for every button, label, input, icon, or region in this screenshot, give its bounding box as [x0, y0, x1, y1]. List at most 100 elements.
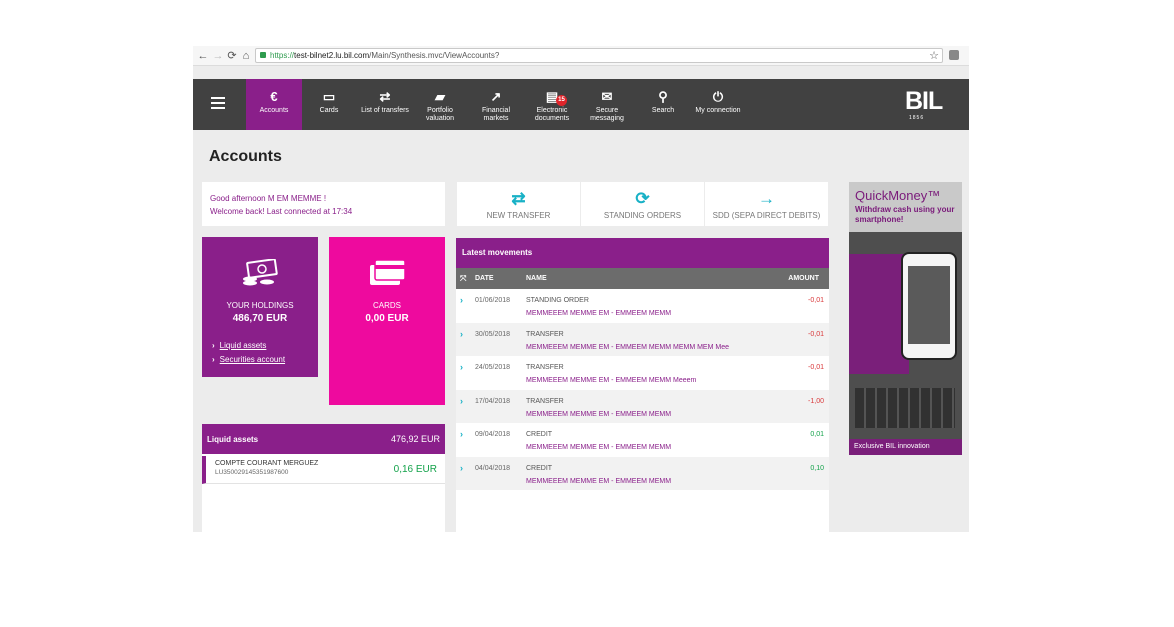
holdings-label: YOUR HOLDINGS — [226, 301, 294, 310]
holdings-links: › Liquid assets › Securities account — [212, 339, 285, 367]
movement-amount: -0,01 — [808, 330, 824, 338]
standing-orders-button[interactable]: ⟳ STANDING ORDERS — [581, 182, 704, 226]
greeting-panel: Good afternoon M EM MEMME ! Welcome back… — [202, 182, 445, 226]
folder-icon: ▰ — [435, 89, 445, 104]
transfer-arrows-icon: ⇄ — [379, 89, 391, 104]
nav-label: Portfolio valuation — [425, 107, 455, 122]
latest-movements-panel: Latest movements ⤧ DATE NAME AMOUNT › 01/… — [456, 238, 829, 532]
page-title: Accounts — [209, 148, 282, 165]
bookmark-star-icon[interactable]: ☆ — [929, 49, 939, 63]
power-icon: ⏻ — [712, 89, 724, 104]
search-icon: ⚲ — [658, 89, 668, 104]
extension-icon[interactable] — [949, 50, 959, 60]
nav-label: Accounts — [259, 107, 289, 114]
movement-amount: 0,01 — [810, 431, 824, 438]
sdd-button[interactable]: → SDD (SEPA DIRECT DEBITS) — [705, 182, 828, 226]
movement-date: 04/04/2018 — [475, 464, 511, 472]
movement-amount: 0,10 — [810, 464, 824, 472]
liquid-assets-total: 476,92 EUR — [390, 434, 440, 444]
movement-date: 24/05/2018 — [475, 364, 511, 371]
movement-type: CREDIT — [526, 464, 553, 472]
last-connected-line: Welcome back! Last connected at 17:34 — [210, 207, 353, 216]
logo-year: 1856 — [909, 115, 925, 121]
securities-account-link[interactable]: Securities account — [220, 355, 285, 364]
chevron-right-icon: › — [460, 295, 463, 305]
nav-label: Search — [651, 107, 675, 114]
notification-badge: 15 — [556, 95, 567, 106]
column-amount[interactable]: AMOUNT — [788, 268, 819, 289]
right-arrow-icon: → — [758, 189, 775, 208]
browser-toolbar: ← → ⟳ ⌂ https://test-bilnet2.lu.bil.com/… — [193, 46, 969, 66]
smartphone-image — [901, 252, 957, 360]
nav-label: Secure messaging — [590, 107, 624, 122]
greeting-line: Good afternoon M EM MEMME ! — [210, 194, 327, 203]
holdings-value: 486,70 EUR — [232, 313, 288, 324]
movement-description: MEMMEEEM MEMME EM - EMMEEM MEMM — [526, 410, 672, 418]
euro-icon: € — [270, 89, 278, 104]
movements-title: Latest movements — [456, 238, 829, 268]
movements-list: › 01/06/2018 STANDING ORDER MEMMEEEM MEMME … — [456, 289, 829, 490]
movement-description: MEMMEEEM MEMME EM - EMMEEM MEMM MEMM MEM… — [526, 343, 729, 351]
movement-date: 01/06/2018 — [475, 297, 511, 304]
menu-icon[interactable] — [211, 97, 225, 109]
address-bar[interactable]: https://test-bilnet2.lu.bil.com/Main/Syn… — [255, 48, 943, 63]
movement-row[interactable]: › 24/05/2018 TRANSFER MEMMEEEM MEMME EM - E… — [456, 356, 829, 390]
nav-label: Cards — [319, 107, 339, 114]
nav-my-connection[interactable]: ⏻ My connection — [690, 79, 746, 130]
nav-secure-messaging[interactable]: ✉ Secure messaging — [579, 79, 635, 130]
movement-type: CREDIT — [526, 431, 553, 438]
liquid-assets-link[interactable]: Liquid assets — [220, 341, 267, 350]
nav-label: My connection — [695, 107, 741, 114]
movement-description: MEMMEEEM MEMME EM - EMMEEM MEMM — [526, 477, 672, 485]
ad-title: QuickMoney™ — [855, 188, 941, 203]
movement-description: MEMMEEEM MEMME EM - EMMEEM MEMM — [526, 444, 672, 451]
column-date[interactable]: DATE — [475, 268, 494, 289]
chevron-right-icon: › — [212, 341, 215, 350]
envelope-icon: ✉ — [601, 89, 613, 104]
reload-icon[interactable]: ⟳ — [226, 49, 238, 63]
expand-all-icon[interactable]: ⤧ — [460, 268, 466, 289]
cards-value: 0,00 EUR — [365, 313, 409, 324]
nav-financial-markets[interactable]: ↗ Financial markets — [468, 79, 524, 130]
back-arrow-icon[interactable]: ← — [197, 49, 209, 63]
quickmoney-ad[interactable]: QuickMoney™ Withdraw cash using your sma… — [849, 182, 962, 455]
nav-list-of-transfers[interactable]: ⇄ List of transfers — [357, 79, 413, 130]
home-icon[interactable]: ⌂ — [240, 49, 252, 63]
banknotes-icon — [240, 258, 280, 287]
cards-tile[interactable]: CARDS 0,00 EUR — [329, 237, 445, 405]
nav-cards[interactable]: ▭ Cards — [301, 79, 357, 130]
column-name[interactable]: NAME — [526, 268, 547, 289]
new-transfer-button[interactable]: ⇄ NEW TRANSFER — [457, 182, 580, 226]
holdings-tile[interactable]: YOUR HOLDINGS 486,70 EUR › Liquid assets … — [202, 237, 318, 377]
movement-date: 09/04/2018 — [475, 431, 511, 438]
account-row[interactable]: COMPTE COURANT MERGUEZ LU350029145351987… — [202, 456, 445, 484]
movement-row[interactable]: › 30/05/2018 TRANSFER MEMMEEEM MEMME EM - E… — [456, 322, 829, 356]
action-label: STANDING ORDERS — [603, 211, 682, 220]
credit-cards-icon — [367, 259, 407, 287]
browser-window: ← → ⟳ ⌂ https://test-bilnet2.lu.bil.com/… — [193, 46, 969, 532]
nav-portfolio-valuation[interactable]: ▰ Portfolio valuation — [412, 79, 468, 130]
nav-accounts[interactable]: € Accounts — [246, 79, 302, 130]
card-icon: ▭ — [322, 89, 336, 104]
movement-type: STANDING ORDER — [526, 297, 589, 304]
movement-row[interactable]: › 09/04/2018 CREDIT MEMMEEEM MEMME EM - EMM… — [456, 423, 829, 457]
main-navigation: € Accounts ▭ Cards ⇄ List of transfers ▰ Portfo… — [193, 79, 969, 130]
nav-electronic-documents[interactable]: ▤ Electronic documents 15 — [524, 79, 580, 130]
chevron-right-icon: › — [212, 355, 215, 364]
cards-label: CARDS — [372, 301, 401, 310]
forward-arrow-icon[interactable]: → — [212, 49, 224, 63]
movement-row[interactable]: › 04/04/2018 CREDIT MEMMEEEM MEMME EM - EMM… — [456, 456, 829, 490]
nav-search[interactable]: ⚲ Search — [635, 79, 691, 130]
movement-amount: -0,01 — [808, 364, 824, 371]
movement-amount: -0,01 — [808, 297, 824, 304]
movements-column-header: ⤧ DATE NAME AMOUNT — [456, 268, 829, 289]
url-path: /Main/Synthesis.mvc/ViewAccounts? — [369, 51, 500, 60]
chevron-right-icon: › — [460, 362, 463, 372]
liquid-assets-panel: Liquid assets 476,92 EUR COMPTE COURANT … — [202, 424, 445, 532]
movement-row[interactable]: › 17/04/2018 TRANSFER MEMMEEEM MEMME EM - E… — [456, 389, 829, 423]
movement-type: TRANSFER — [526, 397, 564, 405]
action-label: NEW TRANSFER — [486, 211, 551, 220]
atm-keypad-image — [855, 388, 955, 428]
movement-row[interactable]: › 01/06/2018 STANDING ORDER MEMMEEEM MEMME … — [456, 289, 829, 323]
movement-date: 30/05/2018 — [475, 330, 511, 338]
